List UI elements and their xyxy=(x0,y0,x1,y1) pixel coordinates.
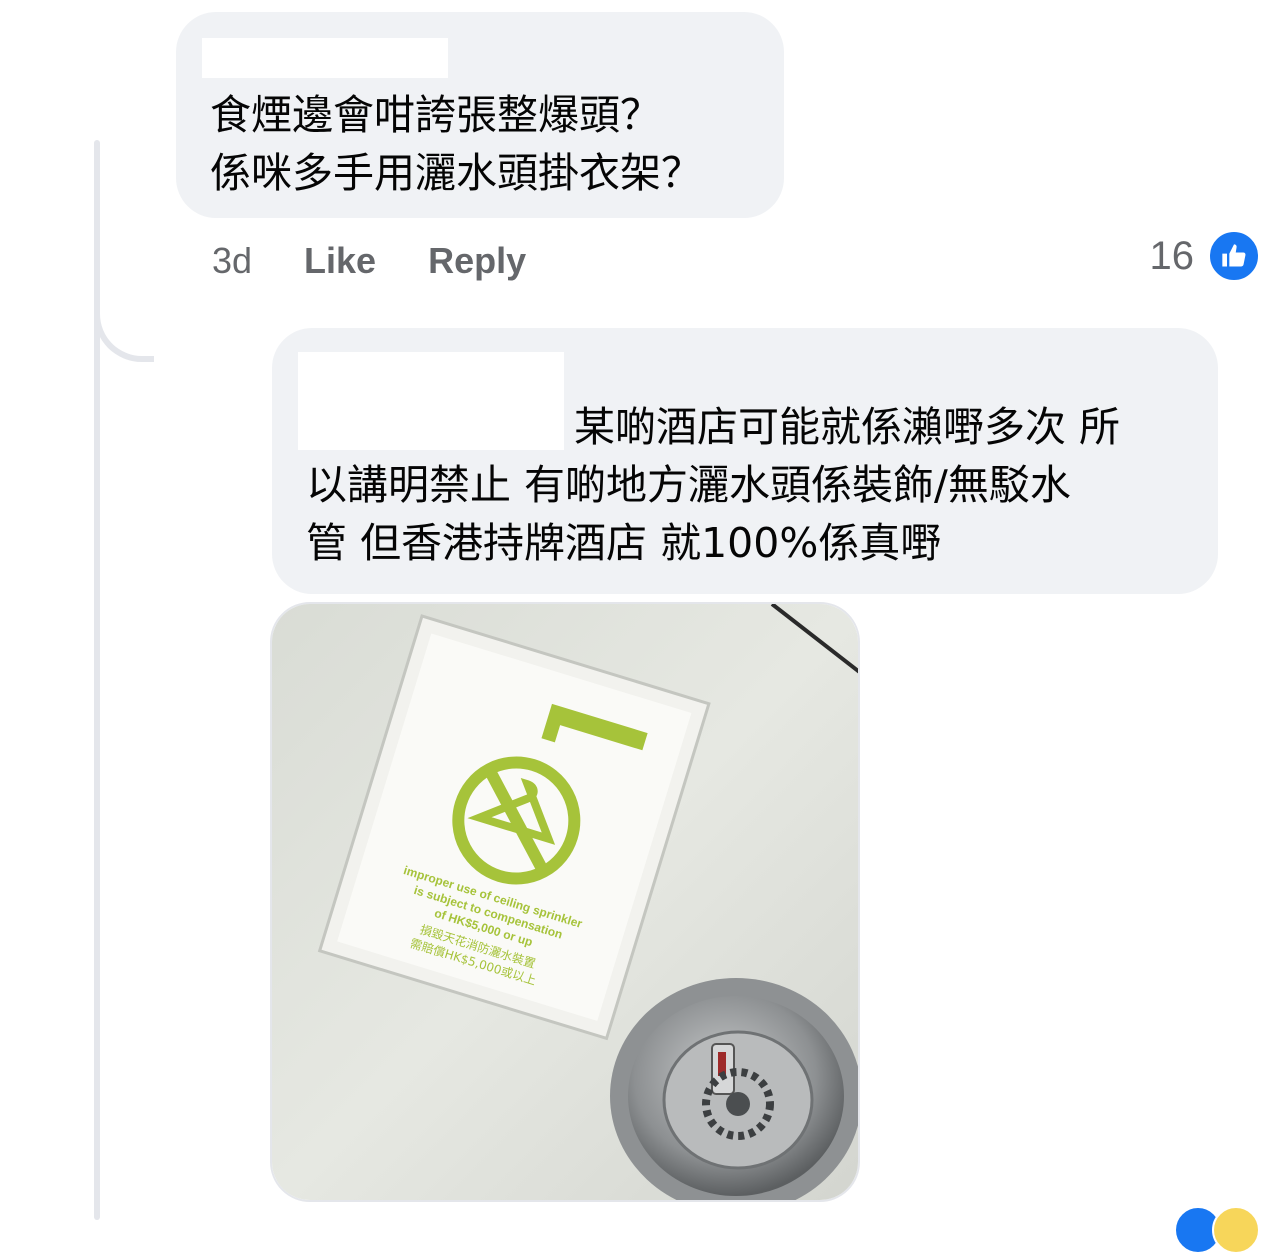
reaction-count: 16 xyxy=(1149,233,1195,278)
haha-reaction-icon xyxy=(1212,1206,1260,1254)
like-button[interactable]: Like xyxy=(304,240,376,282)
reaction-icons-peek xyxy=(1174,1206,1260,1254)
comment-photo[interactable]: improper use of ceiling sprinkler is sub… xyxy=(270,602,860,1202)
comment-text: 某啲酒店可能就係瀨嘢多次 所 以講明禁止 有啲地方灑水頭係裝飾/無駁水 管 但香… xyxy=(306,398,1196,572)
comment-timestamp[interactable]: 3d xyxy=(212,240,252,282)
comment-line: 食煙邊會咁誇張整爆頭？ xyxy=(210,91,661,139)
comment-line: 管 但香港持牌酒店 就100%係真嘢 xyxy=(306,519,942,567)
reply-comment-bubble: 某啲酒店可能就係瀨嘢多次 所 以講明禁止 有啲地方灑水頭係裝飾/無駁水 管 但香… xyxy=(272,328,1218,594)
comment-actions: 3d Like Reply xyxy=(212,236,526,286)
author-name-redacted[interactable] xyxy=(202,38,448,78)
reply-button[interactable]: Reply xyxy=(428,240,526,282)
comment-line: 某啲酒店可能就係瀨嘢多次 所 xyxy=(574,403,1121,451)
sprinkler-photo: improper use of ceiling sprinkler is sub… xyxy=(272,604,858,1200)
comment-bubble: 食煙邊會咁誇張整爆頭？ 係咪多手用灑水頭掛衣架？ xyxy=(176,12,784,218)
comment-line: 係咪多手用灑水頭掛衣架？ xyxy=(210,149,702,197)
reply-connector xyxy=(94,290,154,362)
reaction-summary[interactable]: 16 xyxy=(1149,230,1260,282)
like-thumb-icon xyxy=(1208,230,1260,282)
comment-line: 以講明禁止 有啲地方灑水頭係裝飾/無駁水 xyxy=(306,461,1071,509)
comment-text: 食煙邊會咁誇張整爆頭？ 係咪多手用灑水頭掛衣架？ xyxy=(210,86,770,202)
